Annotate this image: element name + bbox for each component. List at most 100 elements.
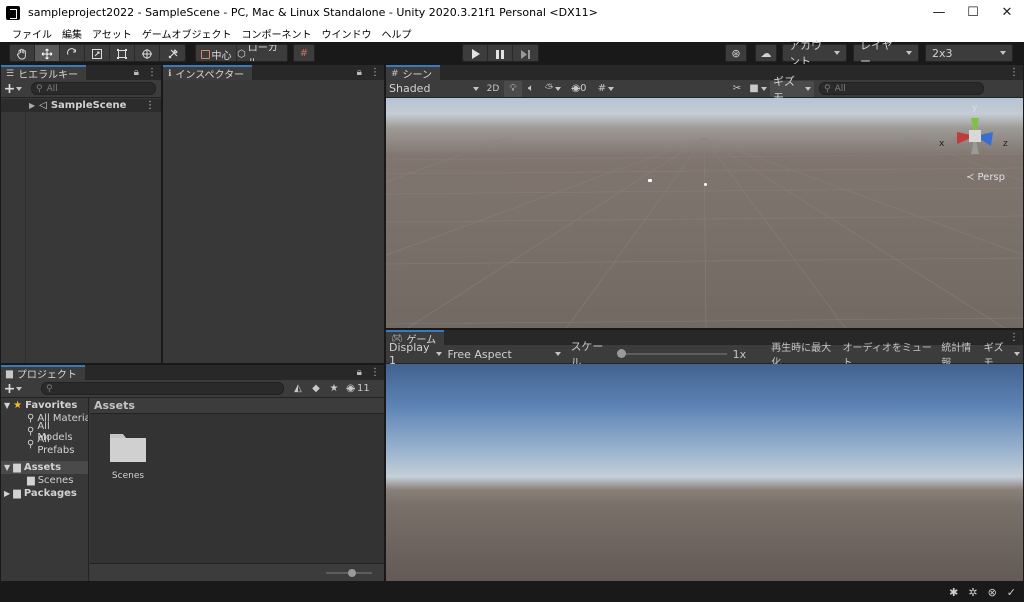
expand-arrow-icon[interactable]: ▶ [29, 101, 35, 110]
close-button[interactable]: ✕ [990, 0, 1024, 25]
camera-icon: ■ [749, 83, 759, 94]
scale-slider-thumb[interactable] [616, 349, 626, 358]
create-asset-button[interactable]: + [1, 381, 25, 397]
2d-toggle[interactable]: 2D [482, 81, 504, 97]
menu-file[interactable]: ファイル [7, 26, 57, 41]
asset-folder-scenes[interactable]: Scenes [105, 430, 151, 481]
chevron-down-icon [435, 352, 442, 356]
scene-object-marker[interactable] [704, 183, 707, 186]
camera-dropdown[interactable]: ■ [746, 81, 770, 97]
grid-dropdown[interactable]: # [592, 81, 620, 97]
tools-toggle[interactable]: ✂ [728, 81, 746, 97]
more-options-icon[interactable]: ⋮ [1009, 67, 1019, 78]
expand-arrow-icon[interactable]: ▶ [4, 489, 10, 498]
maximize-button[interactable]: ☐ [956, 0, 990, 25]
pivot-center-toggle[interactable]: 中心 [196, 45, 237, 61]
shading-mode-dropdown[interactable]: Shaded [386, 81, 482, 97]
menu-gameobject[interactable]: ゲームオブジェクト [137, 26, 237, 41]
inspector-tab-label: インスペクター [175, 70, 245, 81]
scene-panel: # シーン ⋮ Shaded 2D 💡︎ 🔈︎ ⛅︎ ◉ 0 # ✂ ■ ギズモ… [385, 64, 1024, 329]
tree-item-favorites[interactable]: ▼ ★ Favorites [1, 399, 88, 412]
gizmos-dropdown[interactable]: ギズモ [770, 75, 814, 104]
progress-icon[interactable]: ⊗ [988, 586, 997, 599]
hand-tool-icon[interactable] [10, 45, 35, 61]
scene-tab-label: シーン [402, 70, 433, 81]
custom-tools-icon[interactable] [160, 45, 185, 61]
cube-icon: ⬡ [237, 48, 246, 60]
step-button[interactable] [513, 45, 538, 61]
project-search-input[interactable]: ⚲ [41, 382, 284, 395]
pivot-space-toggle[interactable]: ⬡ ローカル [237, 45, 287, 61]
plus-icon: + [3, 80, 16, 97]
pause-button[interactable] [488, 45, 513, 61]
tree-item-assets[interactable]: ▼ ▆ Assets [1, 461, 88, 474]
favorites-label: Favorites [25, 400, 78, 411]
scene-object-marker[interactable] [648, 179, 652, 182]
debug-icon[interactable]: ✱ [949, 586, 958, 599]
search-by-label-button[interactable]: ◆ [307, 381, 325, 397]
scale-slider[interactable] [616, 349, 727, 359]
more-options-icon[interactable]: ⋮ [147, 67, 157, 78]
hierarchy-scene-row[interactable]: ▶ ◁ SampleScene ⋮ [1, 99, 161, 112]
icon-size-slider-thumb[interactable] [348, 569, 356, 577]
more-options-icon[interactable]: ⋮ [145, 100, 155, 111]
expand-arrow-icon[interactable]: ▼ [4, 463, 10, 472]
favorites-button[interactable]: ★ [325, 381, 343, 397]
game-viewport[interactable] [386, 364, 1023, 581]
layers-dropdown[interactable]: レイヤー [853, 39, 919, 68]
expand-arrow-icon[interactable]: ▼ [4, 401, 10, 410]
play-button[interactable] [463, 45, 488, 61]
minimize-button[interactable]: — [922, 0, 956, 25]
scene-viewport[interactable]: y x z ≺ Persp [386, 98, 1023, 328]
tab-inspector[interactable]: ℹ インスペクター [163, 65, 253, 81]
rect-tool-icon[interactable] [110, 45, 135, 61]
lock-icon[interactable]: 🔒︎ [357, 67, 362, 78]
menu-component[interactable]: コンポーネント [237, 26, 317, 41]
tree-item-favorite[interactable]: ⚲ All Prefabs [1, 434, 88, 456]
lighting-toggle[interactable]: 💡︎ [504, 80, 522, 97]
scale-tool-icon[interactable] [85, 45, 110, 61]
audio-toggle[interactable]: 🔈︎ [522, 81, 540, 97]
tab-project[interactable]: ▆ プロジェクト [1, 365, 85, 381]
scene-search-input[interactable]: ⚲ All [819, 82, 984, 95]
icon-size-slider[interactable] [326, 569, 372, 577]
tree-item-packages[interactable]: ▶ ▆ Packages [1, 487, 88, 500]
persp-label[interactable]: ≺ Persp [966, 172, 1005, 183]
aspect-dropdown[interactable]: Free Aspect [445, 346, 565, 362]
collab-button[interactable]: ⊛ [725, 44, 747, 62]
star-icon: ★ [329, 383, 339, 394]
lock-icon[interactable]: 🔒︎ [134, 67, 139, 78]
hidden-objects-toggle[interactable]: ◉ 0 [566, 81, 592, 97]
layout-dropdown[interactable]: 2x3 [925, 44, 1013, 62]
cloud-button[interactable]: ☁ [755, 44, 777, 62]
tree-item-scenes[interactable]: ▆ Scenes [1, 474, 88, 487]
menu-help[interactable]: ヘルプ [377, 26, 417, 41]
grid-snap-button[interactable]: # [293, 44, 315, 62]
unity-logo-icon [6, 5, 20, 20]
more-options-icon[interactable]: ⋮ [370, 367, 380, 378]
check-circle-icon[interactable]: ✓ [1007, 586, 1016, 599]
hidden-packages-toggle[interactable]: ◉ 11 [343, 381, 373, 397]
more-options-icon[interactable]: ⋮ [370, 67, 380, 78]
account-dropdown[interactable]: アカウント [782, 39, 847, 68]
rotate-tool-icon[interactable] [60, 45, 85, 61]
transform-tool-icon[interactable] [135, 45, 160, 61]
lock-icon[interactable]: 🔒︎ [357, 367, 362, 378]
menu-window[interactable]: ウインドウ [317, 26, 377, 41]
display-dropdown[interactable]: Display 1 [386, 341, 445, 367]
tab-scene[interactable]: # シーン [386, 65, 441, 81]
move-tool-icon[interactable] [35, 45, 60, 61]
bug-icon[interactable]: ✲ [968, 586, 977, 599]
menu-edit[interactable]: 編集 [57, 26, 87, 41]
search-icon: ⚲ [27, 439, 35, 450]
tab-hierarchy[interactable]: ☰ ヒエラルキー [1, 65, 87, 81]
orientation-gizmo[interactable]: y x z [937, 103, 1013, 170]
effects-dropdown[interactable]: ⛅︎ [540, 81, 566, 97]
eye-slash-icon: ◉ [346, 383, 355, 394]
search-by-type-button[interactable]: ◭ [289, 381, 307, 397]
breadcrumb-assets[interactable]: Assets [94, 399, 135, 412]
create-button[interactable]: + [1, 81, 25, 97]
hierarchy-search-input[interactable]: ⚲ All [31, 82, 156, 95]
game-gizmos-dropdown[interactable]: ギズモ [981, 343, 1023, 369]
menu-assets[interactable]: アセット [87, 26, 137, 41]
